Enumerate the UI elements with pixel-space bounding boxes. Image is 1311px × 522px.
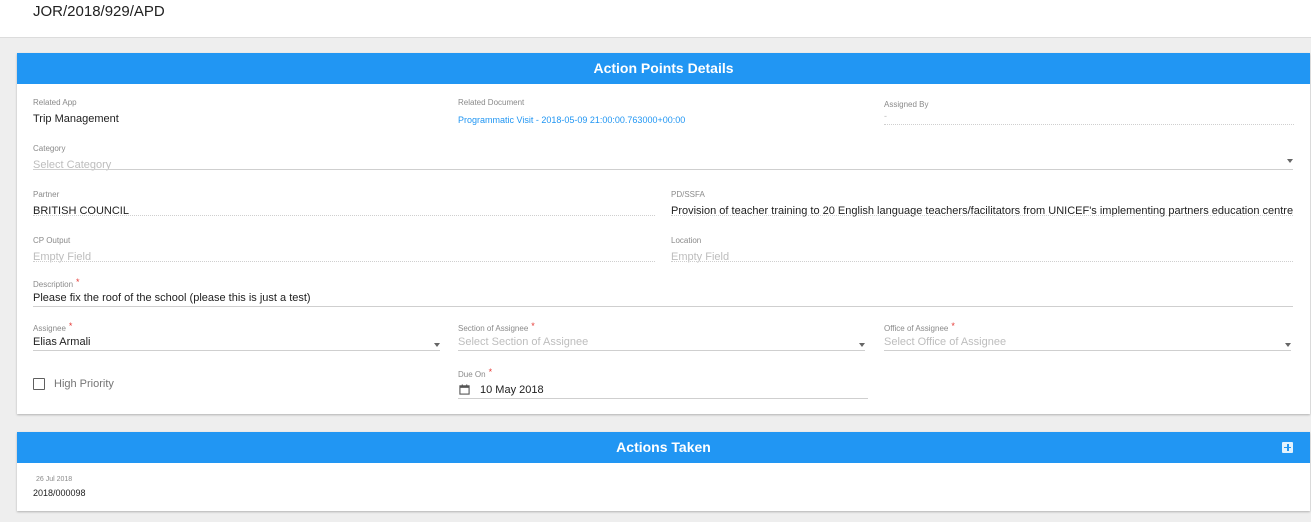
required-mark: * [488, 367, 493, 377]
actions-card-title: Actions Taken [616, 439, 711, 455]
assigned-by-value: - [884, 111, 887, 121]
cp-output-label: CP Output [33, 236, 71, 245]
required-mark: * [76, 277, 80, 287]
related-document-label: Related Document [458, 98, 525, 107]
due-on-underline [458, 398, 868, 399]
page-header: JOR/2018/929/APD [0, 0, 1311, 38]
description-input[interactable]: Description * Please fix the roof of the … [33, 277, 1293, 307]
chevron-down-icon [434, 343, 440, 347]
assignee-value: Elias Armali [33, 336, 91, 348]
checkbox-icon [33, 378, 45, 390]
required-mark: * [951, 321, 955, 331]
add-action-icon[interactable] [1282, 442, 1293, 453]
assigned-by-field: Assigned By - [884, 98, 1294, 126]
location-field: Location Empty Field [671, 236, 1293, 263]
partner-underline [33, 215, 655, 216]
due-on-value: 10 May 2018 [480, 384, 544, 396]
due-on-datepicker[interactable]: Due On * 10 May 2018 [458, 367, 868, 399]
cp-output-field: CP Output Empty Field [33, 236, 655, 263]
chevron-down-icon [859, 343, 865, 347]
description-underline [33, 306, 1293, 307]
action-reference: 2018/000098 [33, 488, 86, 498]
office-of-assignee-select[interactable]: Office of Assignee * Select Office of Ass… [884, 321, 1291, 351]
actions-taken-card: Actions Taken 26 Jul 2018 2018/000098 [17, 432, 1310, 511]
assignee-label: Assignee * [33, 321, 73, 333]
chevron-down-icon [1287, 159, 1293, 163]
category-label: Category [33, 144, 66, 153]
related-app-field: Related App Trip Management [33, 98, 443, 125]
high-priority-label: High Priority [54, 378, 114, 390]
section-placeholder: Select Section of Assignee [458, 336, 589, 348]
assignee-underline [33, 350, 440, 351]
details-card-header: Action Points Details [17, 53, 1310, 84]
due-on-label: Due On * [458, 367, 493, 379]
high-priority-checkbox[interactable]: High Priority [33, 377, 233, 393]
description-value: Please fix the roof of the school (pleas… [33, 292, 311, 304]
assignee-select[interactable]: Assignee * Elias Armali [33, 321, 440, 351]
location-label: Location [671, 236, 702, 245]
location-underline [671, 261, 1293, 262]
related-document-field: Related Document Programmatic Visit - 20… [458, 98, 868, 125]
assigned-by-label: Assigned By [884, 100, 929, 109]
description-label: Description * [33, 277, 80, 289]
related-document-link[interactable]: Programmatic Visit - 2018-05-09 21:00:00… [458, 115, 868, 125]
related-app-value: Trip Management [33, 113, 119, 125]
required-mark: * [68, 321, 73, 331]
section-underline [458, 350, 865, 351]
office-placeholder: Select Office of Assignee [884, 336, 1007, 348]
calendar-icon [459, 384, 470, 395]
actions-card-header: Actions Taken [17, 432, 1310, 463]
category-underline [33, 169, 1293, 170]
action-date: 26 Jul 2018 [36, 476, 73, 483]
partner-label: Partner [33, 190, 60, 199]
assigned-by-underline [884, 124, 1294, 125]
office-label: Office of Assignee * [884, 321, 955, 333]
pd-ssfa-underline [671, 215, 1293, 216]
section-of-assignee-select[interactable]: Section of Assignee * Select Section of A… [458, 321, 865, 351]
chevron-down-icon [1285, 343, 1291, 347]
action-list-item[interactable]: 26 Jul 2018 2018/000098 [33, 476, 433, 500]
required-mark: * [531, 321, 535, 331]
pd-ssfa-field: PD/SSFA Provision of teacher training to… [671, 190, 1293, 217]
related-app-label: Related App [33, 98, 77, 107]
action-points-details-card: Action Points Details Related App Trip M… [17, 53, 1310, 414]
section-label: Section of Assignee * [458, 321, 535, 333]
pd-ssfa-label: PD/SSFA [671, 190, 705, 199]
page-title: JOR/2018/929/APD [33, 3, 165, 20]
cp-output-underline [33, 261, 655, 262]
category-select[interactable]: Category Select Category [33, 144, 1293, 171]
partner-field: Partner BRITISH COUNCIL [33, 190, 655, 217]
office-underline [884, 350, 1291, 351]
